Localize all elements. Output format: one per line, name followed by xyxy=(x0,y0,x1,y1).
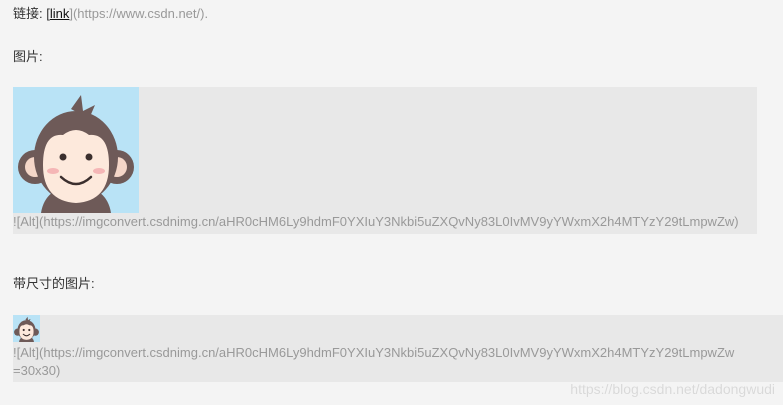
link-anchor[interactable]: link xyxy=(50,6,70,21)
image-alt-markdown: ![Alt](https://imgconvert.csdnimg.cn/aHR… xyxy=(13,214,739,229)
image-block: ![Alt](https://imgconvert.csdnimg.cn/aHR… xyxy=(13,87,757,234)
sized-image-block: ![Alt](https://imgconvert.csdnimg.cn/aHR… xyxy=(13,315,783,382)
link-url-suffix: ](https://www.csdn.net/). xyxy=(69,6,209,21)
watermark: https://blog.csdn.net/dadongwudi xyxy=(570,381,775,397)
image-label: 图片: xyxy=(13,49,43,64)
monkey-avatar-icon xyxy=(13,87,139,213)
sized-image-label: 带尺寸的图片: xyxy=(13,276,95,291)
sized-image-alt-line2: =30x30) xyxy=(13,363,61,378)
monkey-avatar-small-icon xyxy=(13,315,40,342)
link-prefix: 链接: [ xyxy=(13,6,50,21)
link-line: 链接: [link](https://www.csdn.net/). xyxy=(13,6,208,22)
sized-image-alt-line1: ![Alt](https://imgconvert.csdnimg.cn/aHR… xyxy=(13,345,735,360)
